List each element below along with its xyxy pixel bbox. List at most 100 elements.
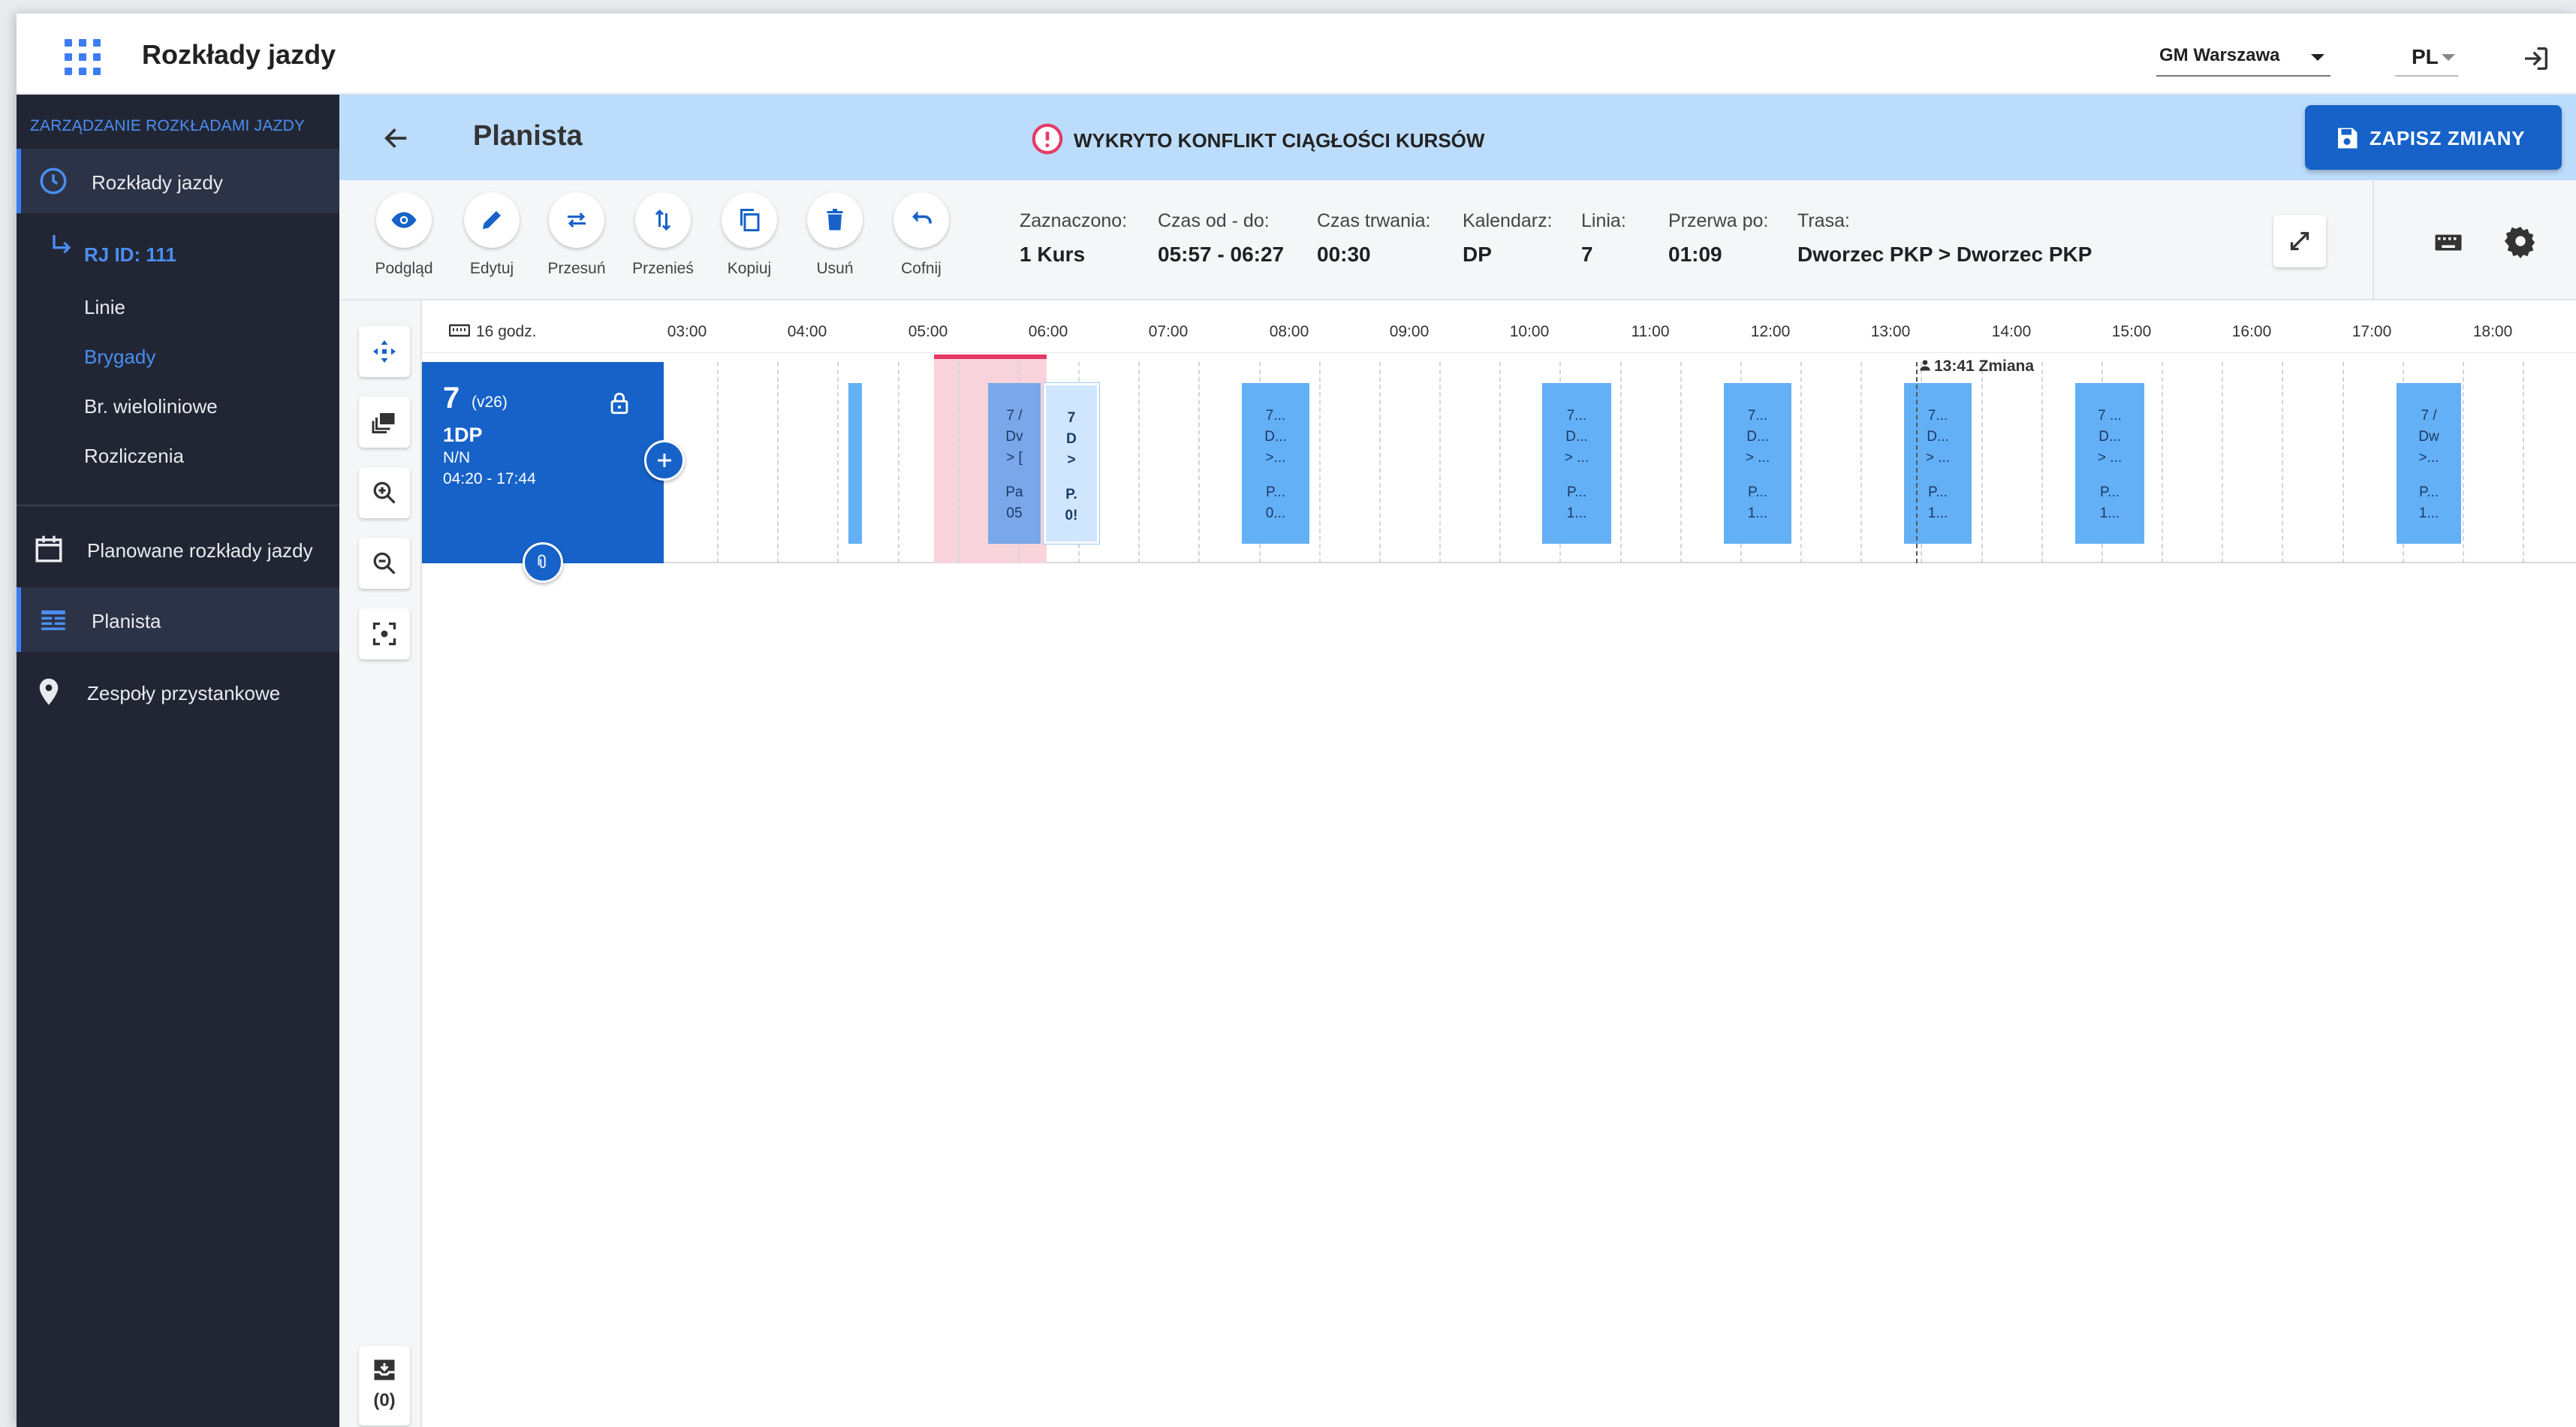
- save-button-label: ZAPISZ ZMIANY: [2370, 127, 2526, 149]
- info-label: Przerwa po:: [1668, 210, 1769, 231]
- conflict-text: WYKRYTO KONFLIKT CIĄGŁOŚCI KURSÓW: [1074, 129, 1485, 152]
- sidebar-item-label: Planista: [92, 610, 161, 632]
- sidebar-item-zespoly[interactable]: Zespoły przystankowe: [17, 659, 339, 724]
- hour-label: 09:00: [1389, 323, 1430, 340]
- gear-icon[interactable]: [2503, 224, 2538, 258]
- course-block[interactable]: 7 / Dw >... P... 1...: [2397, 383, 2461, 544]
- brigade-number: 7: [443, 382, 460, 415]
- course-stop: P...: [1747, 484, 1768, 500]
- info-line: Linia: 7: [1581, 210, 1626, 267]
- course-dir: > ...: [1925, 450, 1951, 466]
- course-route: D...: [1746, 429, 1769, 445]
- grid-line: [2343, 362, 2344, 563]
- save-button[interactable]: ZAPISZ ZMIANY: [2305, 105, 2562, 170]
- lock-icon[interactable]: [607, 391, 632, 416]
- undo-tool[interactable]: Cofnij: [884, 192, 959, 278]
- course-block[interactable]: 7 ... D... > ... P... 1...: [2075, 383, 2144, 544]
- chevron-down-icon: [2311, 54, 2324, 61]
- grid-line: [1860, 362, 1862, 563]
- language-value: PL: [2412, 45, 2439, 68]
- edit-tool[interactable]: Edytuj: [454, 192, 529, 278]
- arrow-back-icon[interactable]: [381, 123, 411, 153]
- preview-tool[interactable]: Podgląd: [366, 192, 441, 278]
- course-block[interactable]: 7... D... >... P... 0...: [1242, 383, 1309, 544]
- attach-button[interactable]: [523, 542, 563, 583]
- layers-button[interactable]: [359, 397, 410, 448]
- hour-label: 14:00: [1991, 323, 2032, 340]
- grid-line: [2162, 362, 2163, 563]
- fit-view-button[interactable]: [359, 608, 410, 659]
- hour-label: 17:00: [2352, 323, 2392, 340]
- grid-line: [2282, 362, 2283, 563]
- sidebar-item-planowane[interactable]: Planowane rozkłady jazdy: [17, 517, 339, 581]
- grid-line: [898, 362, 899, 563]
- sidebar-item-br-wieloliniowe[interactable]: Br. wieloliniowe: [84, 395, 218, 418]
- undo-icon: [912, 211, 932, 224]
- conflict-marker: [934, 354, 1047, 359]
- move-tool[interactable]: Przesuń: [539, 192, 614, 278]
- tool-label: Przenieś: [632, 260, 694, 277]
- hour-label: 11:00: [1631, 323, 1670, 340]
- hour-label: 03:00: [667, 323, 707, 340]
- info-calendar: Kalendarz: DP: [1463, 210, 1553, 267]
- organization-select[interactable]: GM Warszawa: [2156, 36, 2330, 77]
- grid-line: [777, 362, 779, 563]
- organization-value: GM Warszawa: [2159, 45, 2280, 65]
- hour-label: 12:00: [1750, 323, 1791, 340]
- info-label: Kalendarz:: [1463, 210, 1553, 231]
- course-block[interactable]: 7... D... > ... P... 1...: [1904, 383, 1972, 544]
- sidebar-item-rozklady-jazdy[interactable]: Rozkłady jazdy: [17, 149, 339, 213]
- hour-label: 10:00: [1509, 323, 1550, 340]
- grid-line: [2222, 362, 2223, 563]
- sidebar-item-rozliczenia[interactable]: Rozliczenia: [84, 445, 184, 468]
- inbox-icon: [374, 1359, 395, 1380]
- copy-tool[interactable]: Kopiuj: [712, 192, 787, 278]
- course-block[interactable]: 7... D... > ... P... 1...: [1542, 383, 1611, 544]
- hour-label: 15:00: [2111, 323, 2152, 340]
- grid-line: [1198, 362, 1200, 563]
- course-stop: P.: [1065, 487, 1077, 502]
- time-scale-label: 16 godz.: [476, 323, 537, 340]
- logout-icon[interactable]: [2521, 44, 2551, 74]
- course-block[interactable]: 7 / Dv > [ Pa 05: [988, 383, 1041, 544]
- clipboard-tray-button[interactable]: (0): [359, 1346, 410, 1425]
- app-window: Rozkłady jazdy GM Warszawa PL ZARZĄDZANI…: [17, 14, 2576, 1427]
- pencil-icon: [483, 211, 501, 229]
- course-stop: P...: [1566, 484, 1587, 500]
- layers-icon: [372, 413, 395, 433]
- zoom-out-button[interactable]: [359, 538, 410, 589]
- tool-label: Kopiuj: [727, 260, 772, 277]
- toolbar: Podgląd Edytuj Przesuń Przenieś Kopiuj U…: [339, 180, 2576, 300]
- course-route: D...: [1264, 429, 1287, 445]
- grid-line: [958, 362, 960, 563]
- course-block-selected[interactable]: 7 D > P. 0!: [1044, 383, 1099, 544]
- transfer-tool[interactable]: Przenieś: [625, 192, 700, 278]
- course-stop: P...: [1265, 484, 1286, 500]
- timeline: 16 godz. 03:00 04:00 05:00 06:00 07:00 0…: [422, 300, 2576, 1427]
- expand-icon: [2290, 231, 2309, 251]
- grid-line: [1981, 362, 1983, 563]
- apps-grid-icon[interactable]: [65, 39, 101, 75]
- delete-tool[interactable]: Usuń: [797, 192, 872, 278]
- grid-line: [1319, 362, 1321, 563]
- zoom-in-button[interactable]: [359, 467, 410, 518]
- top-bar: Rozkłady jazdy GM Warszawa PL: [17, 14, 2576, 95]
- sidebar-item-planista[interactable]: Planista: [17, 587, 339, 652]
- keyboard-icon[interactable]: [2433, 227, 2464, 258]
- add-course-button[interactable]: [644, 440, 685, 481]
- sidebar: ZARZĄDZANIE ROZKŁADAMI JAZDY Rozkłady ja…: [17, 95, 339, 1427]
- hour-label: 16:00: [2231, 323, 2272, 340]
- course-block[interactable]: 7... D... > ... P... 1...: [1724, 383, 1791, 544]
- brigade-card[interactable]: 7 (v26) 1DP N/N 04:20 - 17:44: [422, 362, 664, 563]
- course-line: 7...: [1566, 408, 1587, 424]
- page-header: Planista WYKRYTO KONFLIKT CIĄGŁOŚCI KURS…: [339, 95, 2576, 180]
- language-select[interactable]: PL: [2395, 36, 2458, 77]
- sidebar-item-brygady[interactable]: Brygady: [84, 345, 155, 369]
- course-route: D...: [1927, 429, 1949, 445]
- subdirectory-arrow-icon: [53, 235, 71, 254]
- info-value: 01:09: [1668, 243, 1722, 266]
- course-block[interactable]: [848, 383, 862, 544]
- sidebar-item-linie[interactable]: Linie: [84, 296, 125, 319]
- fullscreen-button[interactable]: [2273, 215, 2326, 267]
- pan-button[interactable]: [359, 326, 410, 377]
